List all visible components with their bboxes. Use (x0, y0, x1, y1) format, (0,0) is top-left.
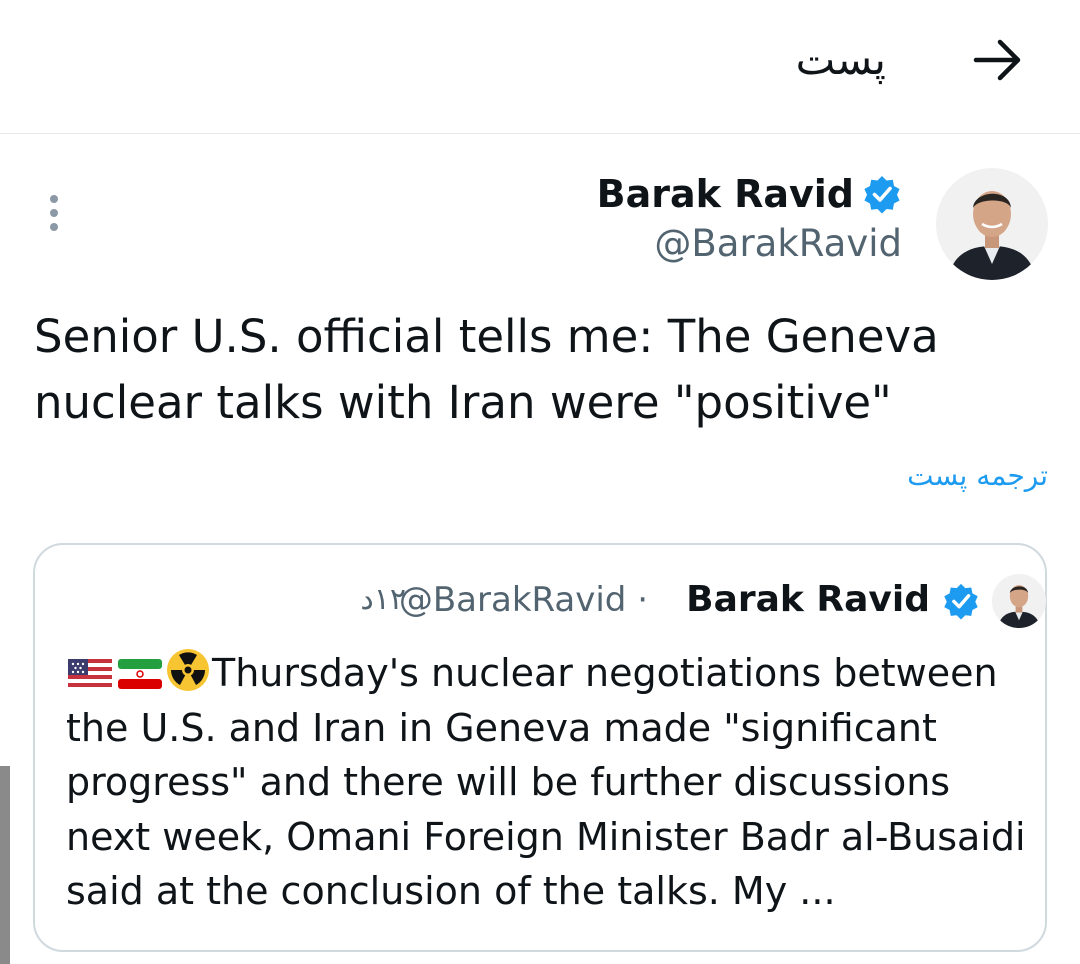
quote-text: Thursday's nuclear negotiations between … (66, 646, 1026, 919)
quote-author-avatar (992, 574, 1046, 628)
author-name[interactable]: Barak Ravid (597, 170, 854, 218)
quote-handle-text: @BarakRavid (398, 580, 627, 620)
top-bar: پست (0, 0, 1080, 134)
author-avatar[interactable] (936, 168, 1048, 280)
flag-us-icon (68, 659, 112, 689)
verified-badge-icon (864, 176, 900, 214)
verified-badge-icon (944, 583, 978, 620)
quote-timestamp: ۱۲د (360, 582, 406, 617)
scroll-edge-indicator (0, 766, 10, 964)
quote-author-handle: @BarakRavid · (399, 577, 648, 623)
radioactive-icon (167, 649, 209, 691)
page-title: پست (795, 35, 886, 84)
author-handle[interactable]: @BarakRavid (654, 220, 902, 268)
arrow-right-icon[interactable] (968, 30, 1028, 90)
separator-dot: · (637, 580, 648, 620)
quote-author-name: Barak Ravid (686, 579, 930, 620)
more-vertical-icon[interactable] (36, 192, 72, 236)
tweet-text: Senior U.S. official tells me: The Genev… (34, 310, 939, 429)
translate-post-link[interactable]: ترجمه پست (907, 456, 1048, 496)
flag-iran-icon (118, 659, 162, 689)
